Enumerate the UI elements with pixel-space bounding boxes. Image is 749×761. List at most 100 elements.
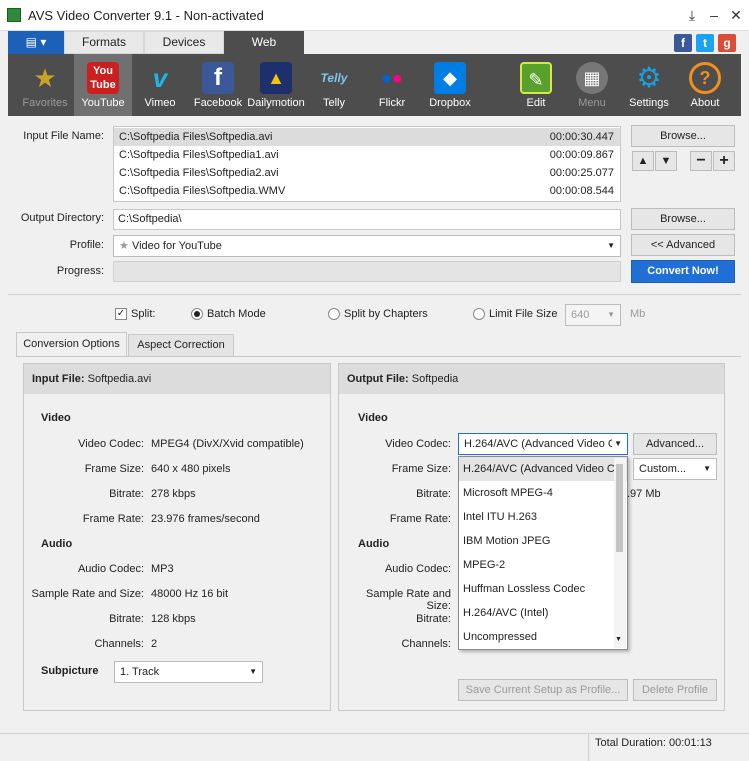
frame-rate-label: Frame Rate: [82, 513, 144, 525]
audio-section-title: Audio [41, 538, 73, 550]
frame-size-value: 640 x 480 pixels [151, 463, 231, 475]
codec-option[interactable]: H.264/AVC (Advanced Video C [459, 457, 627, 481]
plus-icon: + [719, 152, 729, 169]
toolbar-dropbox[interactable]: ◆ Dropbox [421, 54, 479, 116]
limit-size-radio[interactable] [473, 308, 485, 320]
output-audio-codec-label: Audio Codec: [384, 563, 451, 575]
dropbox-icon: ◆ [434, 62, 466, 94]
split-checkbox[interactable]: ✓ [115, 308, 127, 320]
codec-option[interactable]: Uncompressed [459, 625, 627, 649]
channels-value: 2 [151, 638, 158, 650]
batch-mode-label: Batch Mode [207, 308, 266, 320]
tab-conversion-options[interactable]: Conversion Options [16, 332, 127, 357]
tab-formats[interactable]: Formats [64, 31, 144, 54]
split-chapters-radio[interactable] [328, 308, 340, 320]
codec-option[interactable]: Intel ITU H.263 [459, 505, 627, 529]
output-channels-label: Channels: [401, 638, 451, 650]
chevron-down-icon: ▼ [607, 241, 615, 250]
toolbar-vimeo[interactable]: v Vimeo [131, 54, 189, 116]
video-section-title: Video [41, 412, 71, 424]
toolbar-youtube[interactable]: You Tube YouTube [74, 54, 132, 116]
toolbar-flickr[interactable]: ●● Flickr [363, 54, 421, 116]
close-button[interactable]: ✕ [726, 6, 746, 24]
advanced-codec-button[interactable]: Advanced... [633, 433, 717, 455]
minus-icon: − [696, 152, 706, 169]
output-video-section-title: Video [358, 412, 388, 424]
split-label: Split: [131, 308, 156, 320]
telly-icon: Telly [320, 71, 348, 85]
flickr-icon: ●● [381, 68, 403, 88]
audio-codec-value: MP3 [151, 563, 174, 575]
codec-option[interactable]: IBM Motion JPEG [459, 529, 627, 553]
output-video-codec-select[interactable]: H.264/AVC (Advanced Video C ▼ [458, 433, 628, 455]
arrow-up-icon: ▲ [637, 155, 649, 167]
add-file-button[interactable]: + [713, 151, 735, 171]
browse-output-button[interactable]: Browse... [631, 208, 735, 230]
facebook-icon[interactable]: f [674, 34, 692, 52]
codec-option[interactable]: Huffman Lossless Codec [459, 577, 627, 601]
chevron-down-icon: ▼ [703, 464, 711, 473]
app-icon [7, 8, 21, 22]
codec-option[interactable]: H.264/AVC (Intel) [459, 601, 627, 625]
list-item[interactable]: C:\Softpedia Files\Softpedia1.avi 00:00:0… [114, 146, 620, 164]
toolbar-favorites[interactable]: ★ Favorites [16, 54, 74, 116]
star-icon: ★ [33, 63, 57, 93]
output-bitrate-value: .97 Mb [627, 488, 661, 500]
menu-icon: ▤ ▾ [25, 35, 47, 49]
subpicture-select[interactable]: 1. Track ▼ [114, 661, 263, 683]
remove-file-button[interactable]: − [690, 151, 712, 171]
move-down-button[interactable]: ▼ [655, 151, 677, 171]
main-menu-button[interactable]: ▤ ▾ [8, 31, 64, 54]
browse-input-button[interactable]: Browse... [631, 125, 735, 147]
scroll-down-icon[interactable]: ▼ [615, 636, 622, 643]
list-item[interactable]: C:\Softpedia Files\Softpedia2.avi 00:00:2… [114, 164, 620, 182]
delete-profile-button[interactable]: Delete Profile [633, 679, 717, 701]
limit-size-select[interactable]: 640 ▼ [565, 304, 621, 326]
list-item[interactable]: C:\Softpedia Files\Softpedia.avi 00:00:30… [114, 128, 620, 146]
bitrate-value: 278 kbps [151, 488, 196, 500]
output-directory-label: Output Directory: [20, 212, 104, 224]
output-frame-size-label: Frame Size: [391, 463, 451, 475]
audio-bitrate-value: 128 kbps [151, 613, 196, 625]
codec-option[interactable]: MPEG-2 [459, 553, 627, 577]
input-file-label: Input File Name: [23, 130, 104, 142]
save-setup-button[interactable]: Save Current Setup as Profile... [458, 679, 628, 701]
limit-size-label: Limit File Size [489, 308, 558, 320]
star-icon: ★ [119, 240, 129, 252]
facebook-icon: f [202, 62, 234, 94]
sample-rate-label: Sample Rate and Size: [31, 588, 144, 600]
advanced-toggle-button[interactable]: << Advanced [631, 234, 735, 256]
move-up-button[interactable]: ▲ [632, 151, 654, 171]
youtube-icon: You Tube [87, 62, 119, 94]
toolbar-telly[interactable]: Telly Telly [305, 54, 363, 116]
convert-now-button[interactable]: Convert Now! [631, 260, 735, 283]
chevron-down-icon: ▼ [612, 434, 622, 454]
google-plus-icon[interactable]: g [718, 34, 736, 52]
input-panel-header: Input File: Softpedia.avi [24, 364, 330, 394]
codec-dropdown-list[interactable]: H.264/AVC (Advanced Video C Microsoft MP… [458, 456, 628, 650]
frame-size-label: Frame Size: [84, 463, 144, 475]
scrollbar-thumb[interactable] [616, 464, 623, 552]
split-chapters-label: Split by Chapters [344, 308, 428, 320]
minimize-button[interactable]: – [704, 6, 724, 24]
tab-aspect-correction[interactable]: Aspect Correction [128, 334, 234, 357]
tab-web[interactable]: Web [224, 31, 304, 54]
download-icon[interactable]: ⤓ [682, 6, 702, 24]
tab-devices[interactable]: Devices [144, 31, 224, 54]
channels-label: Channels: [94, 638, 144, 650]
toolbar-about[interactable]: ? About [676, 54, 734, 116]
toolbar-facebook[interactable]: f Facebook [189, 54, 247, 116]
profile-label: Profile: [69, 239, 104, 251]
twitter-icon[interactable]: t [696, 34, 714, 52]
output-video-codec-label: Video Codec: [385, 438, 451, 450]
arrow-down-icon: ▼ [660, 155, 672, 167]
list-item[interactable]: C:\Softpedia Files\Softpedia.WMV 00:00:08… [114, 182, 620, 200]
output-frame-size-select[interactable]: Custom... ▼ [633, 458, 717, 480]
toolbar-dailymotion[interactable]: ▲ Dailymotion [247, 54, 305, 116]
toolbar-menu[interactable]: ▦ Menu [563, 54, 621, 116]
output-directory-input[interactable]: C:\Softpedia\ [113, 209, 621, 230]
batch-mode-radio[interactable] [191, 308, 203, 320]
total-duration: Total Duration: 00:01:13 [595, 737, 712, 749]
codec-option[interactable]: Microsoft MPEG-4 [459, 481, 627, 505]
profile-select[interactable]: ★ Video for YouTube ▼ [113, 235, 621, 257]
